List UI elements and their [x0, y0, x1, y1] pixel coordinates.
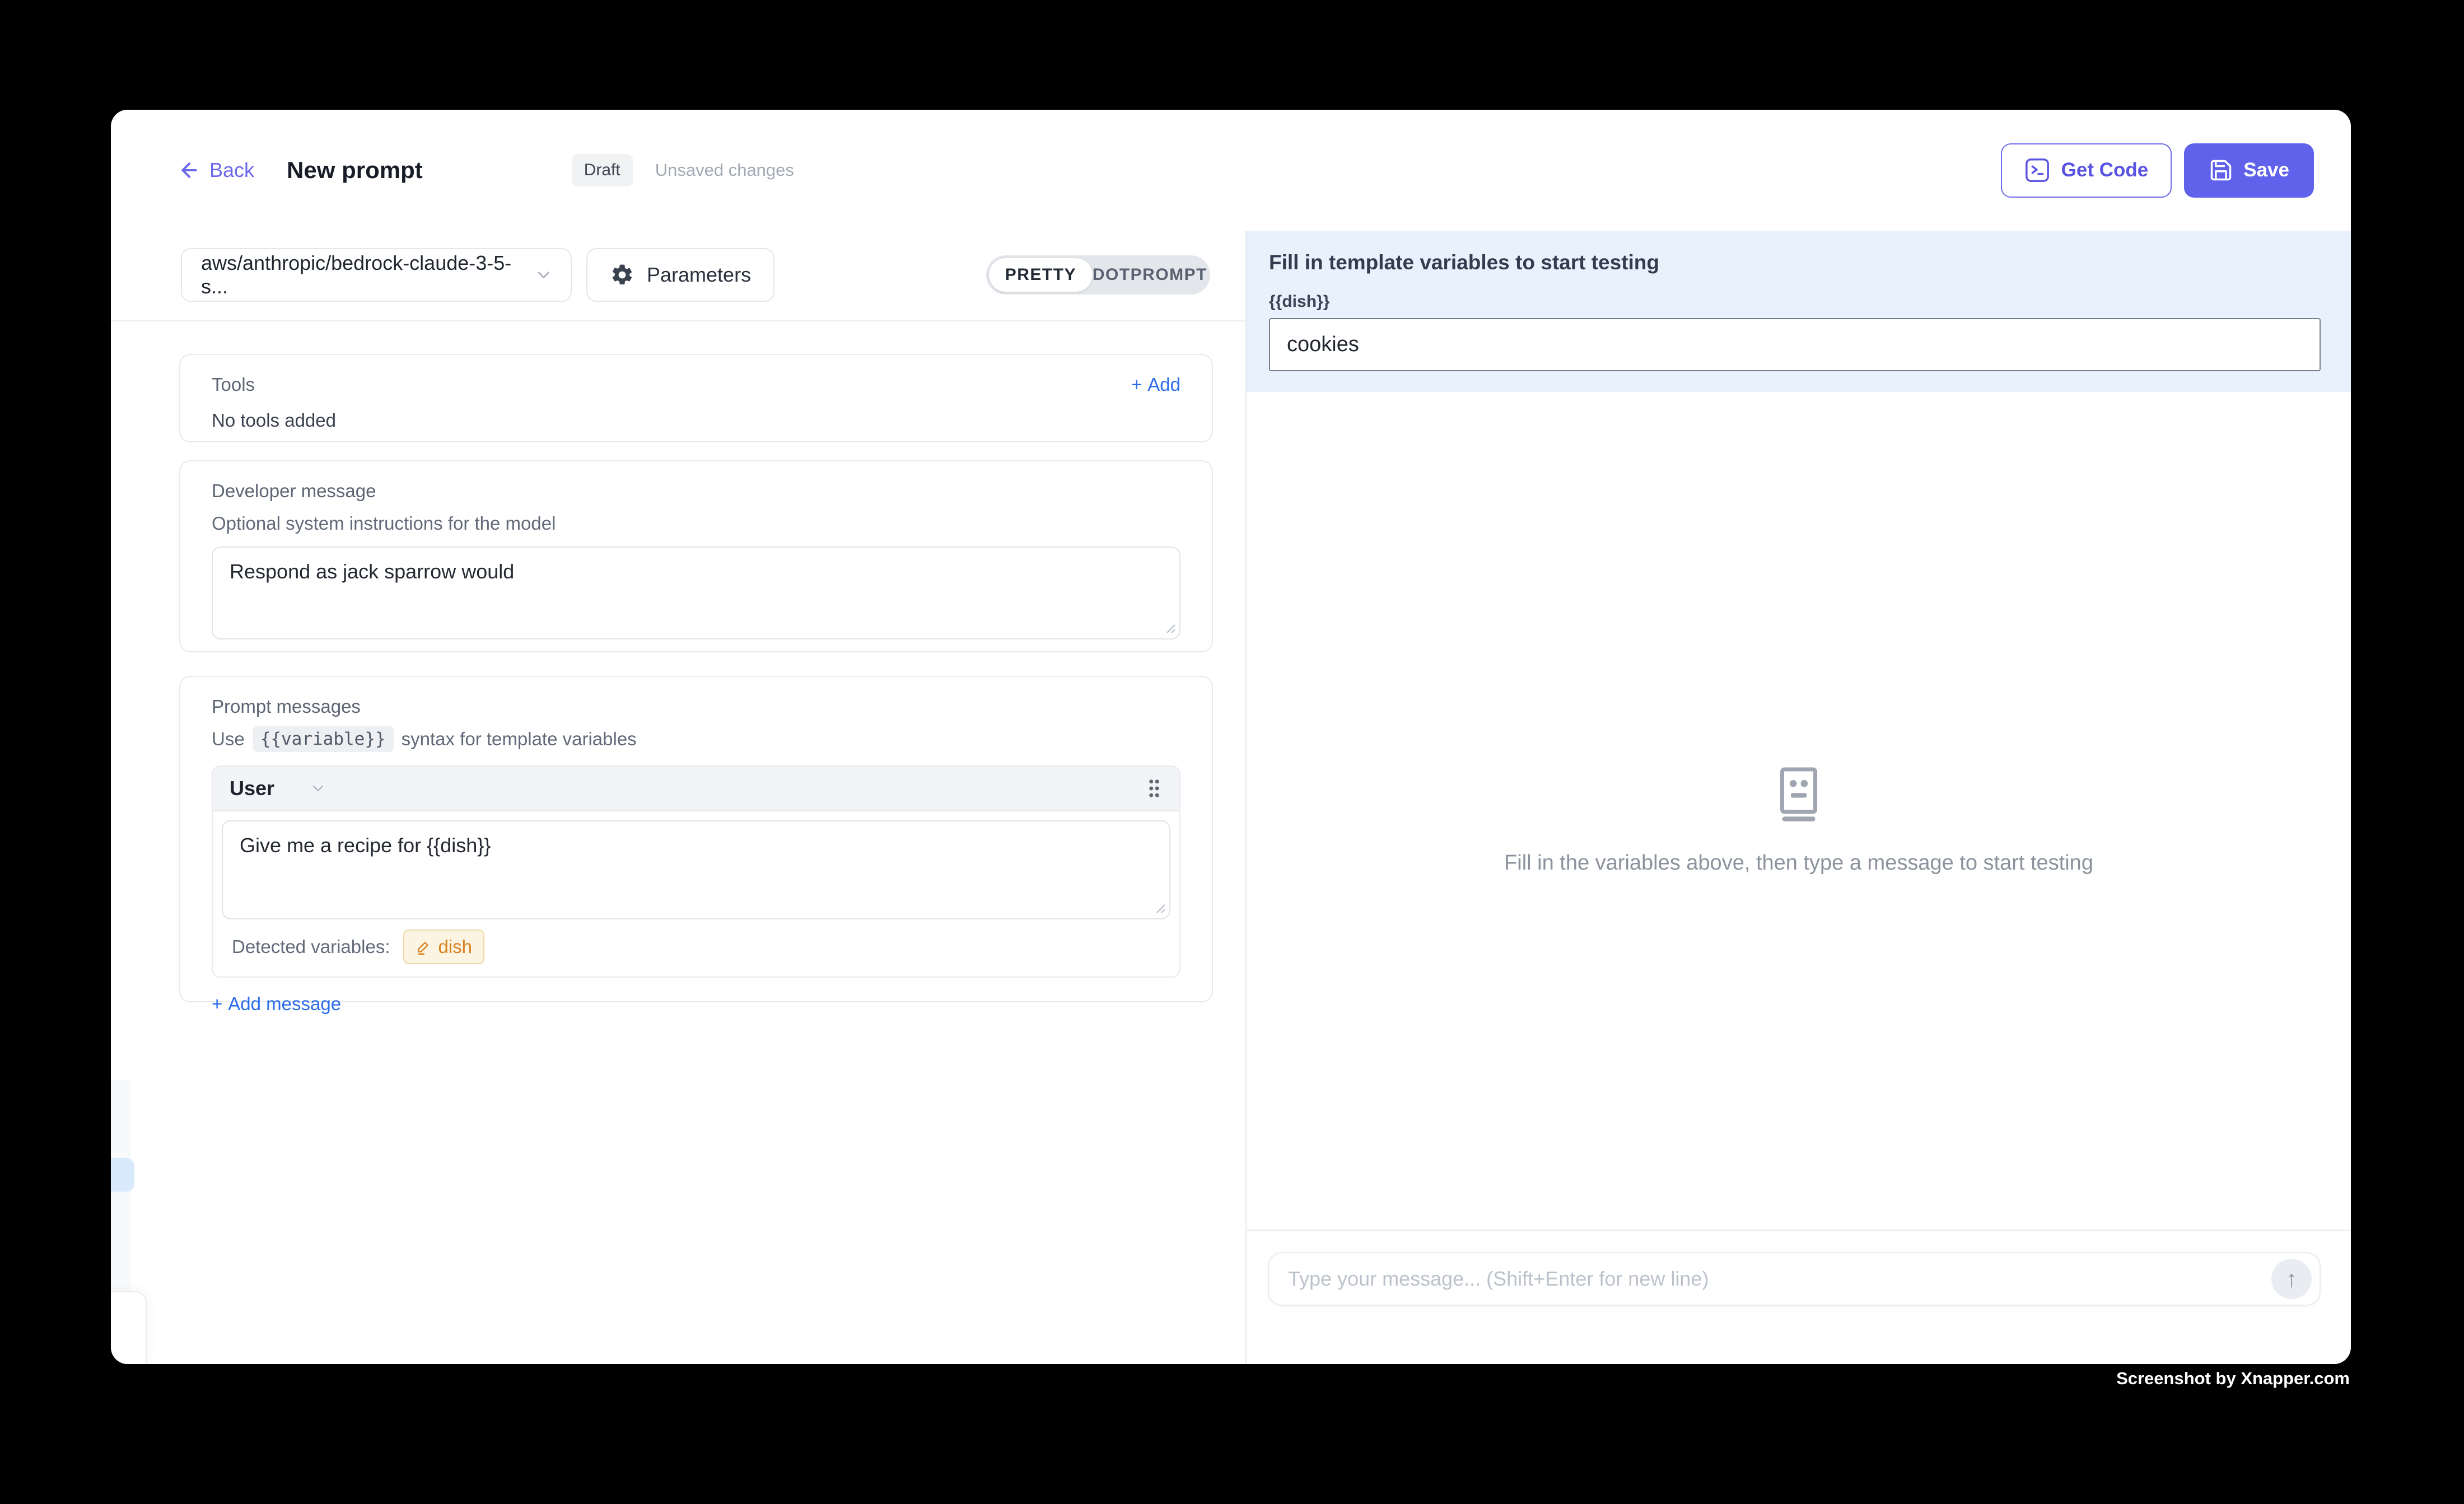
message-textarea[interactable]: Give me a recipe for {{dish}} [222, 820, 1170, 919]
prompt-messages-label: Prompt messages [212, 696, 1180, 717]
save-button[interactable]: Save [2184, 143, 2314, 198]
resize-handle-icon[interactable] [1164, 622, 1176, 634]
chat-input-row: ↑ [1268, 1252, 2321, 1306]
developer-message-hint: Optional system instructions for the mod… [212, 513, 1180, 534]
gear-icon [610, 263, 634, 287]
add-message-button[interactable]: + Add message [212, 993, 341, 1015]
chat-message-input[interactable] [1288, 1267, 2271, 1291]
editor-cards: Tools + Add No tools added Developer mes… [111, 320, 1245, 1364]
watermark-text: Screenshot by Xnapper.com [2116, 1368, 2350, 1389]
bot-face-icon [1774, 767, 1824, 825]
resize-handle-icon[interactable] [1154, 902, 1166, 914]
tester-title: Fill in template variables to start test… [1269, 251, 2321, 274]
app-window: Back New prompt Draft Unsaved changes Ge… [111, 110, 2351, 1364]
variable-syntax-chip: {{variable}} [253, 726, 394, 752]
prompt-messages-hint: Use {{variable}} syntax for template var… [212, 726, 1180, 752]
message-block: User Give me a recipe for {{dish}} [212, 765, 1180, 978]
toggle-dotprompt[interactable]: DOTPROMPT [1093, 258, 1207, 292]
add-tool-label: Add [1147, 374, 1180, 395]
model-row: aws/anthropic/bedrock-claude-3-5-s... Pa… [181, 248, 1210, 302]
tester-panel: Fill in template variables to start test… [1245, 231, 2351, 1364]
save-icon [2209, 158, 2233, 183]
developer-message-label: Developer message [212, 480, 1180, 502]
unsaved-changes-text: Unsaved changes [655, 160, 794, 180]
developer-message-card: Developer message Optional system instru… [179, 460, 1213, 652]
role-selector[interactable]: User [230, 777, 327, 800]
chevron-down-icon [534, 265, 554, 285]
save-label: Save [2243, 159, 2289, 181]
message-header: User [213, 767, 1179, 811]
page-title: New prompt [287, 157, 423, 184]
hint-prefix: Use [212, 728, 245, 750]
message-body: Give me a recipe for {{dish}} Detected v… [213, 811, 1179, 977]
role-value: User [230, 777, 274, 800]
tools-card: Tools + Add No tools added [179, 354, 1213, 442]
tester-empty-state-text: Fill in the variables above, then type a… [1247, 851, 2351, 875]
back-button[interactable]: Back [178, 158, 254, 182]
terminal-icon [2024, 157, 2050, 183]
plus-icon: + [212, 993, 222, 1015]
dish-variable-label: {{dish}} [1269, 292, 2321, 311]
add-tool-button[interactable]: + Add [1131, 374, 1180, 395]
model-selector-value: aws/anthropic/bedrock-claude-3-5-s... [201, 251, 534, 298]
chat-divider [1247, 1230, 2351, 1231]
prompt-editor-panel: aws/anthropic/bedrock-claude-3-5-s... Pa… [111, 231, 1245, 1364]
sidebar-active-item [111, 1158, 134, 1192]
back-label: Back [209, 158, 254, 182]
arrow-left-icon [178, 159, 200, 181]
model-selector[interactable]: aws/anthropic/bedrock-claude-3-5-s... [181, 248, 572, 302]
status-badge: Draft [572, 154, 633, 186]
add-message-label: Add message [228, 993, 341, 1015]
get-code-button[interactable]: Get Code [2001, 143, 2172, 198]
view-toggle: PRETTY DOTPROMPT [986, 255, 1210, 295]
parameters-label: Parameters [647, 263, 751, 287]
header: Back New prompt Draft Unsaved changes Ge… [111, 110, 2351, 231]
variable-name: dish [438, 936, 472, 957]
developer-message-textarea[interactable]: Respond as jack sparrow would [212, 547, 1180, 639]
tools-label: Tools [212, 374, 255, 395]
plus-icon: + [1131, 374, 1142, 395]
template-variables-section: Fill in template variables to start test… [1247, 231, 2351, 392]
prompt-messages-card: Prompt messages Use {{variable}} syntax … [179, 676, 1213, 1002]
chevron-down-icon [309, 779, 327, 797]
corner-card [111, 1291, 147, 1364]
detected-variables-label: Detected variables: [232, 936, 390, 957]
toggle-pretty[interactable]: PRETTY [989, 258, 1093, 292]
drag-handle-icon[interactable] [1146, 777, 1163, 800]
get-code-label: Get Code [2061, 159, 2149, 181]
tools-empty-text: No tools added [212, 410, 1180, 431]
detected-variables-row: Detected variables: dish [222, 919, 1170, 977]
pencil-icon [416, 939, 431, 955]
hint-suffix: syntax for template variables [402, 728, 637, 750]
arrow-up-icon: ↑ [2286, 1265, 2298, 1292]
dish-variable-input[interactable] [1269, 318, 2321, 371]
send-message-button[interactable]: ↑ [2271, 1259, 2312, 1299]
parameters-button[interactable]: Parameters [586, 248, 774, 302]
variable-badge-dish[interactable]: dish [403, 930, 484, 964]
